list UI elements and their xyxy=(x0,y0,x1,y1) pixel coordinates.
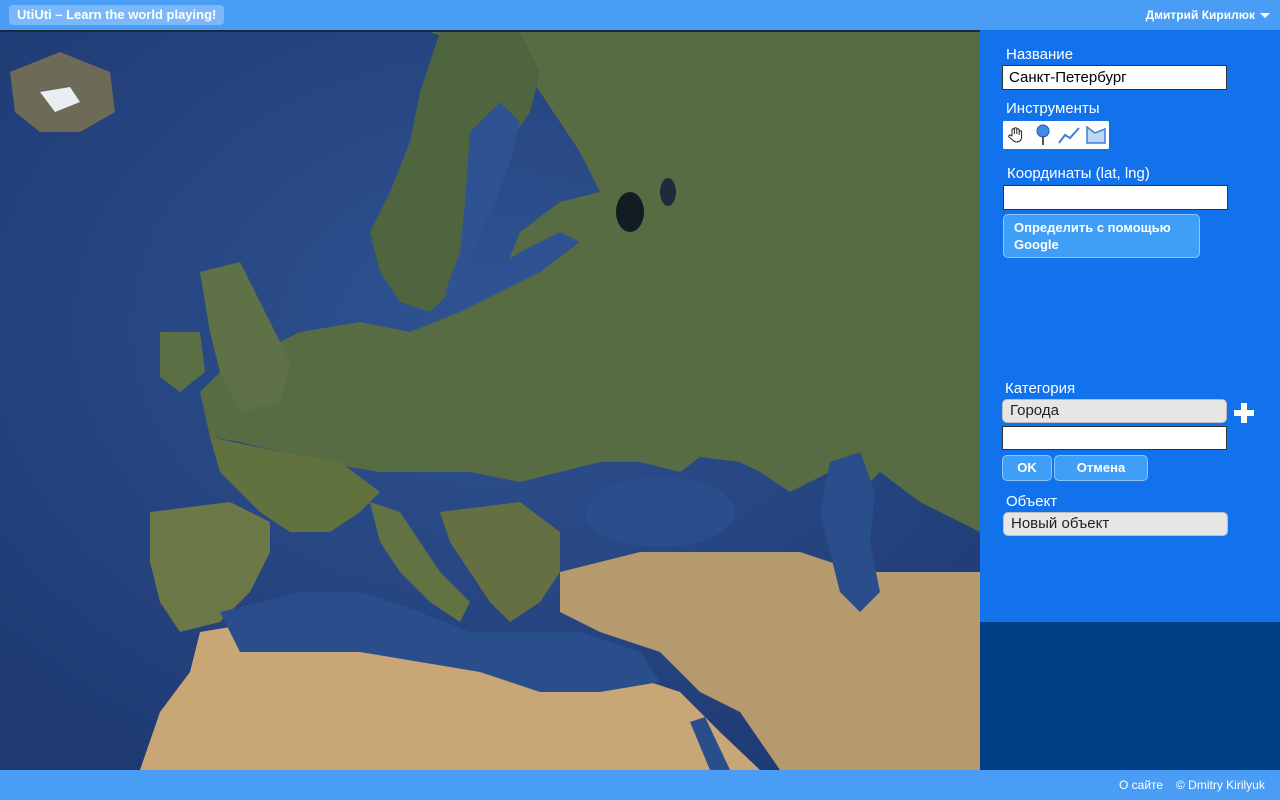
top-bar: UtiUti – Learn the world playing! Дмитри… xyxy=(0,0,1280,30)
chevron-down-icon xyxy=(1260,13,1270,19)
about-link[interactable]: О сайте xyxy=(1119,770,1163,800)
object-selected-value: Новый объект xyxy=(1011,515,1110,532)
user-name: Дмитрий Кирилюк xyxy=(1145,8,1255,22)
pin-icon[interactable] xyxy=(1032,124,1054,146)
coords-label: Координаты (lat, lng) xyxy=(1007,165,1150,182)
add-category-icon[interactable] xyxy=(1233,402,1255,424)
object-select[interactable]: Новый объект xyxy=(1003,512,1228,536)
name-field[interactable] xyxy=(1002,65,1227,90)
tools-toolbar xyxy=(1003,121,1109,149)
ok-button[interactable]: OK xyxy=(1002,455,1052,481)
cancel-button[interactable]: Отмена xyxy=(1054,455,1148,481)
category-label: Категория xyxy=(1005,380,1076,397)
map-image xyxy=(0,32,980,770)
coords-field[interactable] xyxy=(1003,185,1228,210)
hand-icon[interactable] xyxy=(1005,124,1027,146)
object-label: Объект xyxy=(1006,493,1058,510)
category-selected-value: Города xyxy=(1010,402,1059,419)
polygon-icon[interactable] xyxy=(1085,124,1107,146)
new-category-field[interactable] xyxy=(1002,426,1227,450)
category-select[interactable]: Города xyxy=(1002,399,1227,423)
copyright-link[interactable]: © Dmitry Kirilyuk xyxy=(1176,770,1265,800)
user-menu[interactable]: Дмитрий Кирилюк xyxy=(1146,0,1270,30)
satellite-map[interactable] xyxy=(0,32,980,770)
name-label: Название xyxy=(1006,46,1074,63)
footer: О сайте © Dmitry Kirilyuk xyxy=(0,770,1280,800)
app-title[interactable]: UtiUti – Learn the world playing! xyxy=(9,5,225,25)
geocode-google-button[interactable]: Определить с помощью Google xyxy=(1003,214,1200,258)
polyline-icon[interactable] xyxy=(1058,124,1080,146)
side-panel-lower xyxy=(980,622,1280,770)
tools-label: Инструменты xyxy=(1006,100,1100,117)
